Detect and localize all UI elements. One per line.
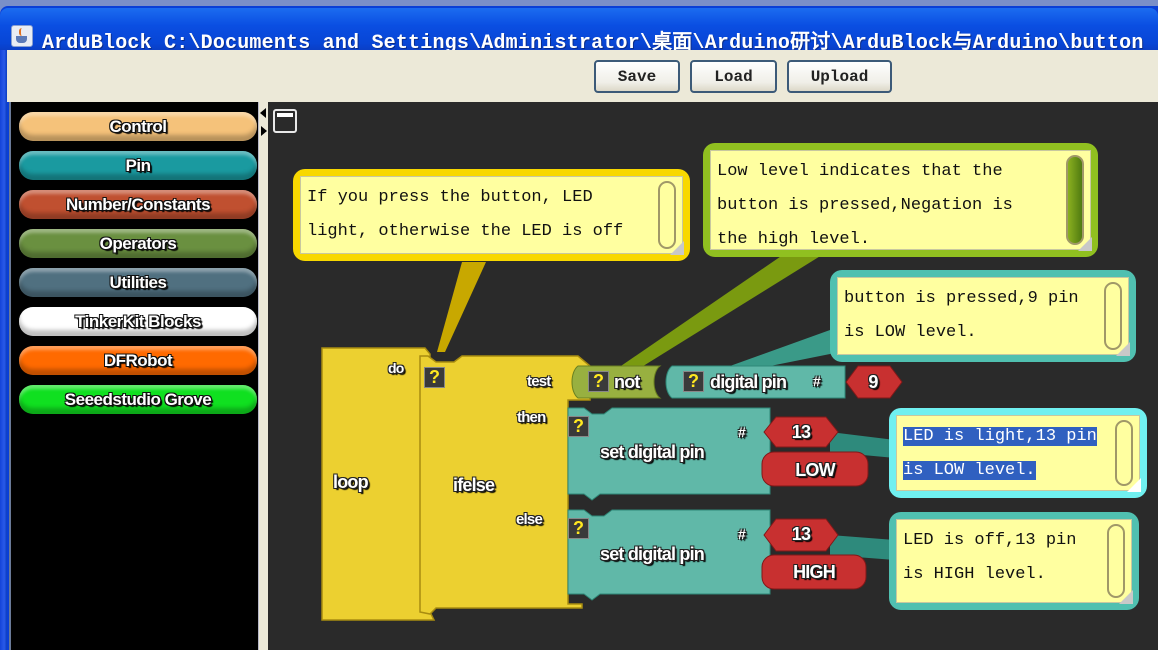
then-comment-line1: LED is light,13 pin: [903, 427, 1097, 446]
resize-handle-icon[interactable]: [1127, 478, 1141, 492]
pin-13-value-then[interactable]: 13: [776, 422, 826, 443]
comment-scrollbar[interactable]: [658, 181, 676, 249]
then-comment-text[interactable]: LED is light,13 pin is LOW level.: [896, 415, 1140, 491]
then-comment-line2: is LOW level.: [903, 461, 1036, 480]
ifelse-label: ifelse: [453, 475, 495, 495]
digital-pin-comment[interactable]: button is pressed,9 pin is LOW level.: [830, 270, 1136, 362]
set-pin-then-hash-label: #: [738, 424, 746, 440]
loop-do-label: do: [388, 360, 404, 376]
digital-pin-label: digital pin: [710, 372, 787, 392]
ifelse-block[interactable]: [419, 355, 591, 615]
comment-scrollbar[interactable]: [1115, 420, 1133, 486]
ifelse-then-label: then: [517, 409, 546, 426]
set-pin-else-hash-label: #: [738, 526, 746, 542]
ifelse-comment-text[interactable]: If you press the button, LED light, othe…: [300, 176, 683, 254]
resize-handle-icon[interactable]: [1078, 237, 1092, 251]
pin-13-value-else[interactable]: 13: [776, 524, 826, 545]
else-comment[interactable]: LED is off,13 pin is HIGH level.: [889, 512, 1139, 610]
comment-scrollbar[interactable]: [1066, 155, 1084, 245]
set-pin-else-label: set digital pin: [600, 544, 705, 564]
high-value[interactable]: HIGH: [762, 562, 866, 583]
not-label: not: [614, 372, 640, 392]
resize-handle-icon[interactable]: [670, 241, 684, 255]
comment-scrollbar[interactable]: [1107, 524, 1125, 598]
digital-pin-hash-label: #: [813, 373, 821, 389]
resize-handle-icon[interactable]: [1119, 590, 1133, 604]
ifelse-comment[interactable]: If you press the button, LED light, othe…: [293, 169, 690, 261]
set-pin-then-help-icon[interactable]: ?: [568, 416, 589, 437]
ifelse-test-label: test: [527, 373, 551, 390]
set-pin-else-help-icon[interactable]: ?: [568, 518, 589, 539]
ifelse-else-label: else: [516, 511, 543, 528]
else-comment-text[interactable]: LED is off,13 pin is HIGH level.: [896, 519, 1132, 603]
low-value[interactable]: LOW: [762, 460, 868, 481]
ifelse-help-icon[interactable]: ?: [424, 367, 445, 388]
pin-9-value[interactable]: 9: [858, 372, 888, 393]
not-help-icon[interactable]: ?: [588, 371, 609, 392]
loop-label: loop: [333, 472, 369, 492]
digital-pin-comment-text[interactable]: button is pressed,9 pin is LOW level.: [837, 277, 1129, 355]
resize-handle-icon[interactable]: [1116, 342, 1130, 356]
ifelse-comment-connector: [437, 262, 486, 352]
not-comment-text[interactable]: Low level indicates that the button is p…: [710, 150, 1091, 250]
not-comment[interactable]: Low level indicates that the button is p…: [703, 143, 1098, 257]
digital-pin-help-icon[interactable]: ?: [683, 371, 704, 392]
then-comment[interactable]: LED is light,13 pin is LOW level.: [889, 408, 1147, 498]
set-pin-then-label: set digital pin: [600, 442, 705, 462]
comment-scrollbar[interactable]: [1104, 282, 1122, 350]
